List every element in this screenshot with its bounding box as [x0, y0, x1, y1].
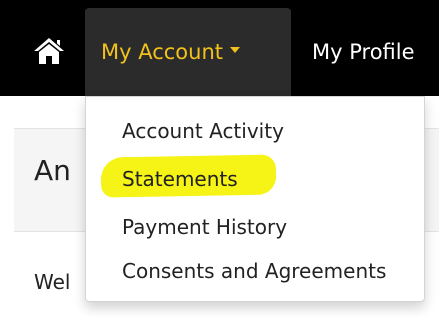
- welcome-text: Wel: [34, 270, 71, 294]
- nav-my-account-label: My Account: [101, 40, 224, 64]
- menu-item-payment-history[interactable]: Payment History: [122, 215, 287, 239]
- my-account-dropdown-menu: Account Activity Statements Payment Hist…: [85, 96, 425, 302]
- nav-my-profile[interactable]: My Profile: [312, 8, 415, 96]
- caret-down-icon: [230, 47, 241, 53]
- page-title: An: [34, 154, 71, 187]
- menu-item-consents-and-agreements[interactable]: Consents and Agreements: [122, 259, 386, 283]
- nav-my-account[interactable]: My Account: [85, 8, 291, 96]
- top-navbar: My Account My Profile: [0, 0, 439, 96]
- menu-item-account-activity[interactable]: Account Activity: [122, 119, 284, 143]
- home-icon: [34, 38, 64, 64]
- home-link[interactable]: [31, 33, 67, 69]
- menu-item-statements[interactable]: Statements: [122, 167, 238, 191]
